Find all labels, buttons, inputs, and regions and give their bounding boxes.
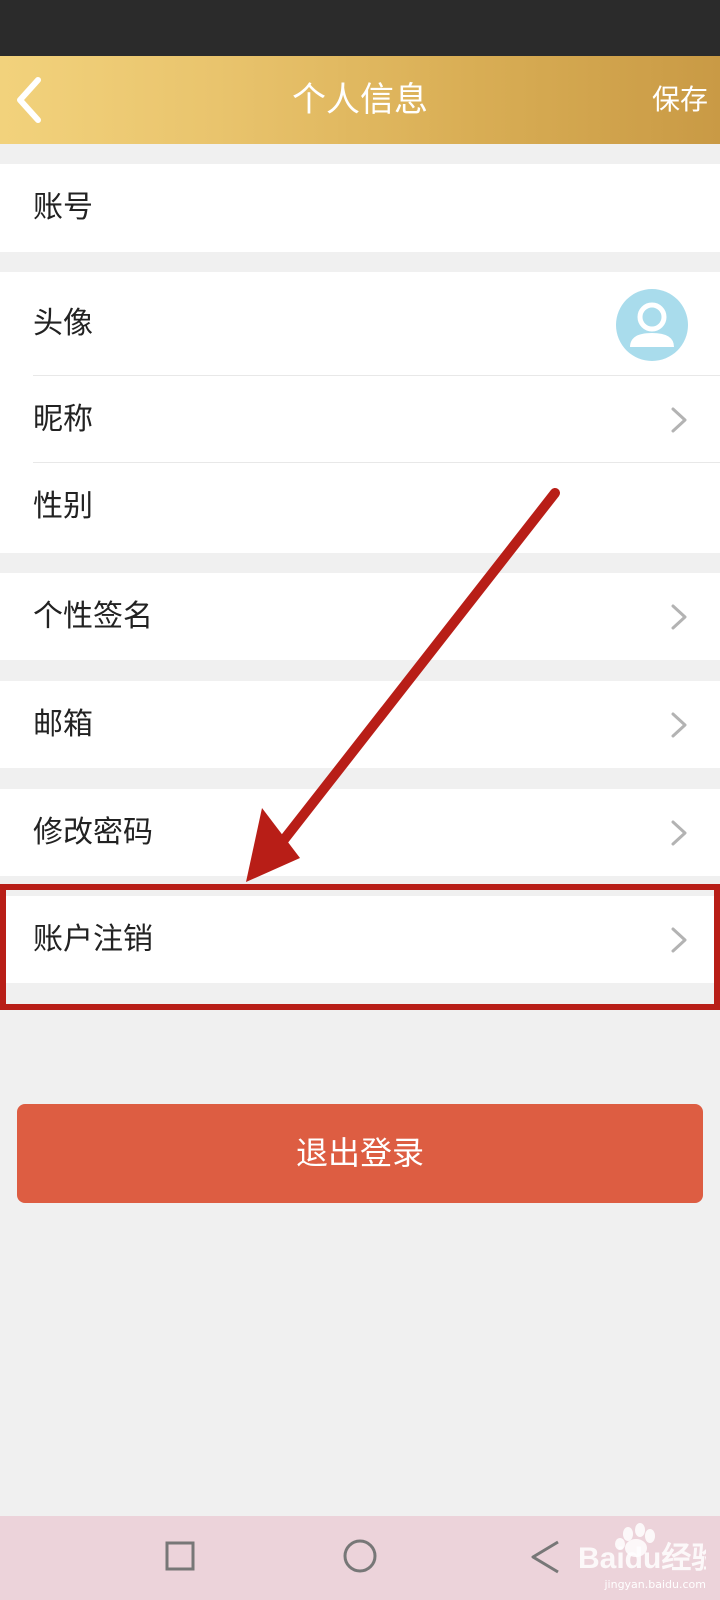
annotation-arrow — [246, 488, 560, 882]
back-nav-icon[interactable] — [528, 1538, 562, 1576]
watermark-url: jingyan.baidu.com — [604, 1578, 706, 1591]
recent-apps-icon[interactable] — [164, 1538, 196, 1576]
logout-button[interactable]: 退出登录 — [17, 1104, 703, 1203]
watermark-brand: Baidu经验 — [578, 1541, 706, 1575]
home-icon[interactable] — [340, 1538, 380, 1576]
